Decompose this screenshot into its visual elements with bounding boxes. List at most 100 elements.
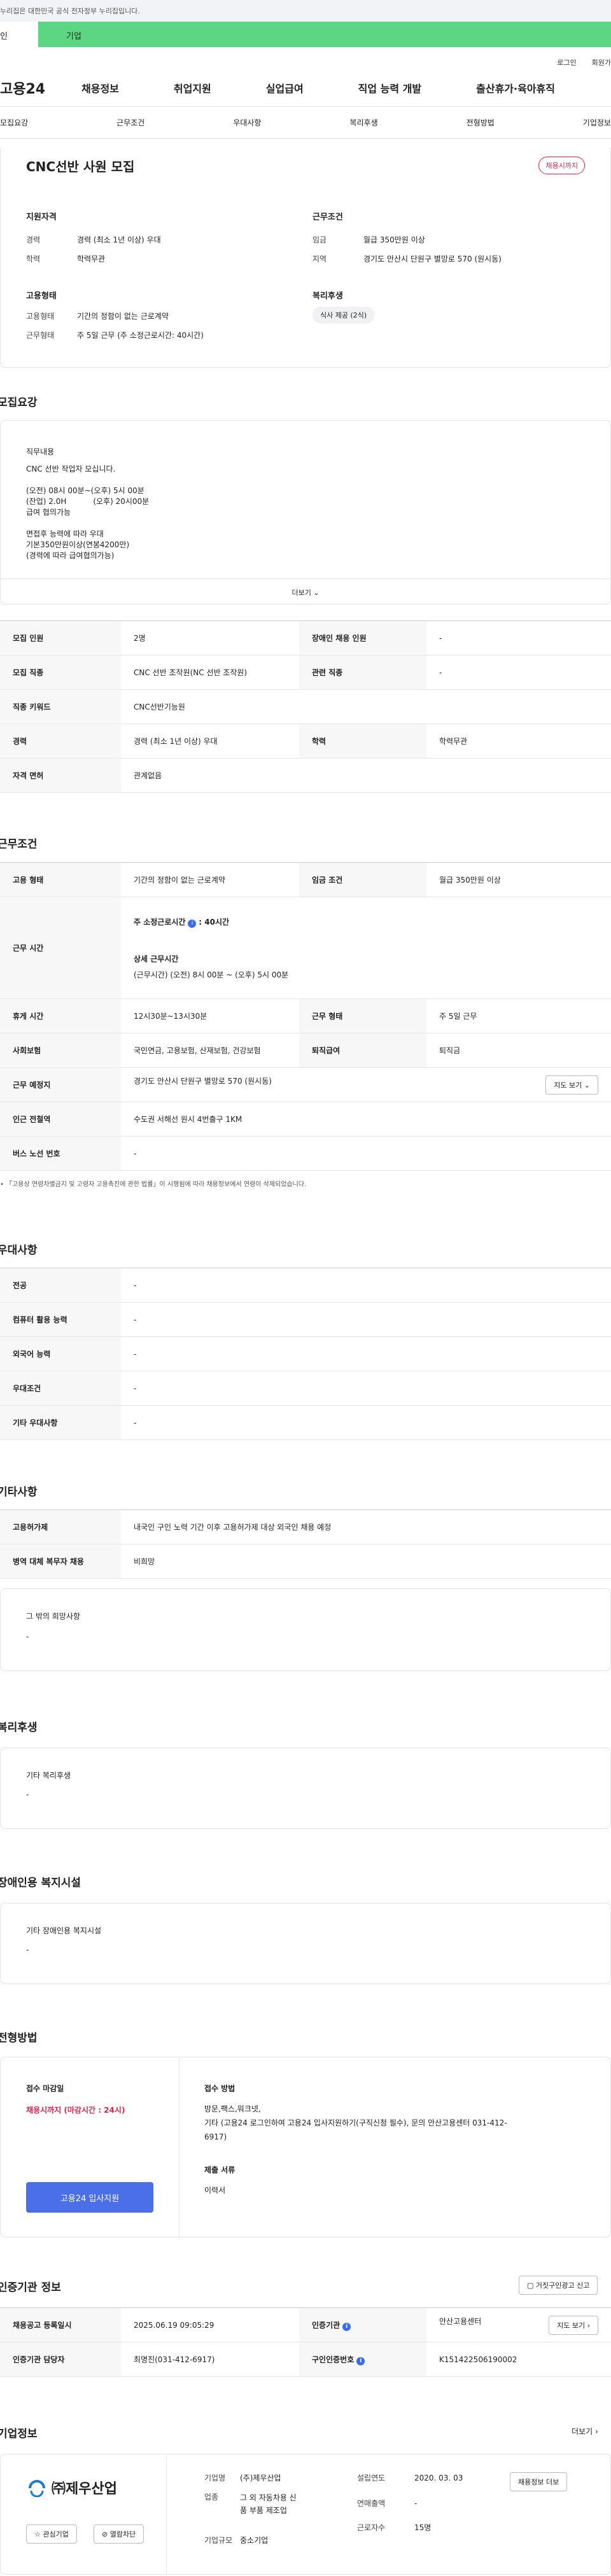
cert-title: 인증기관 정보 <box>0 2281 61 2294</box>
table-row: 고용 형태 기간의 정함이 없는 근로계약 임금 조건 월급 350만원 이상 <box>0 862 611 897</box>
cert-no_h: 구인인증번호 <box>312 2355 355 2364</box>
pref-rows-3-h: 우대조건 <box>0 1371 121 1406</box>
etc-title: 기타사항 <box>0 1486 38 1499</box>
table-row: 모집 인원 2명 장애인 채용 인원 - <box>0 620 611 655</box>
report-button[interactable]: ▢ 거짓구인광고 신고 <box>519 2276 598 2295</box>
qual-v: 학력무관 <box>77 255 106 263</box>
report-icon: ▢ <box>527 2281 534 2290</box>
screen-method_v-0: 방문,팩스,워크넷, <box>204 2104 261 2113</box>
top-links: 로그인 회원가 <box>0 47 611 67</box>
screen-title: 전형방법 <box>0 2032 38 2045</box>
work-bus_v: - <box>121 1136 611 1171</box>
work-map_btn: 지도 보기 <box>554 1081 582 1089</box>
recruit-job_lines-3: (잔업) 2.0H (오후) 20시00분 <box>26 497 150 506</box>
job-desc-text: CNC 선반 작업자 모십니다.​(오전) 08시 00분~(오후) 5시 00… <box>26 464 149 561</box>
work-rest_h: 휴게 시간 <box>0 998 121 1033</box>
table-row: 외국어 능력 - <box>0 1336 611 1371</box>
company-card: ㈜제우산업 ☆ 관심기업 ⊘ 열람차단 기업명 (주)제우산업 업종 그 외 자동차… <box>0 2454 611 2575</box>
screen-method_v-2: 6917) <box>204 2132 227 2141</box>
nav-unemployment-benefit[interactable]: 실업급여 <box>266 80 304 95</box>
nav-parental-leave[interactable]: 출산휴가·육아휴직 <box>476 80 555 95</box>
qual-v: 경력 (최소 1년 이상) 우대 <box>77 235 161 244</box>
nav-jobs[interactable]: 채용정보 <box>81 80 119 95</box>
cert-reg_h: 채용공고 등록일시 <box>0 2307 121 2342</box>
info-icon[interactable]: i <box>342 2322 351 2331</box>
disab-box_t: 기타 장애인용 복지시설 <box>26 1926 102 1935</box>
status-badge: 채용시까지 <box>538 157 585 174</box>
snb-company[interactable]: 기업정보 <box>583 117 611 128</box>
company-f2-2-v: 15명 <box>414 2523 432 2532</box>
screen-deadline_t: 접수 마감일 <box>26 2084 64 2093</box>
benefit-box_v: - <box>26 1790 29 1799</box>
table-row: 인근 전철역 수도권 서해선 원시 4번출구 1KM <box>0 1102 611 1137</box>
apply-button[interactable]: 고용24 입사지원 <box>26 2182 153 2213</box>
company-f2-0-k: 설립연도 <box>357 2474 386 2482</box>
company-jobs-button[interactable]: 채용정보 더보 <box>510 2472 568 2491</box>
etc-table: 고용허가제 내국인 구인 노력 기간 이후 고용허가제 대상 외국인 채용 예정 … <box>0 1509 611 1579</box>
snb-conditions[interactable]: 근무조건 <box>116 117 144 128</box>
info-icon[interactable]: i <box>356 2356 365 2365</box>
table-row: 병역 대체 복무자 채용 비희망 <box>0 1544 611 1579</box>
snb-preference[interactable]: 우대사항 <box>233 117 261 128</box>
snb-recruit[interactable]: 모집요강 <box>0 117 28 128</box>
disab-box: 기타 장애인용 복지시설 - <box>0 1903 611 1984</box>
benefit-box_t: 기타 복리후생 <box>26 1771 71 1780</box>
company-f2-2-k: 근로자수 <box>357 2523 386 2532</box>
cert-org_h: 인증기관 <box>312 2320 341 2330</box>
table-row: 전공 - <box>0 1268 611 1303</box>
work-loc_h: 근무 예정지 <box>0 1067 121 1102</box>
work-sev_v: 퇴직금 <box>426 1033 611 1068</box>
table-row: 버스 노선 번호 - <box>0 1136 611 1171</box>
work-hours_detail_t: 상세 근무시간 <box>134 954 179 963</box>
company-more[interactable]: 더보기 › <box>572 2426 598 2437</box>
signup-link[interactable]: 회원가 <box>592 57 611 67</box>
work-wage_h: 임금 조건 <box>299 862 426 897</box>
etc-rows-0-v: 내국인 구인 노력 기간 이후 고용허가제 대상 외국인 채용 예정 <box>121 1509 611 1544</box>
screen-docs_v: 이력서 <box>204 2186 226 2195</box>
snb-welfare[interactable]: 복리후생 <box>349 117 377 128</box>
welfare-title: 복리후생 <box>313 291 343 301</box>
gov-notice-bar: 누리집은 대한민국 공식 전자정부 누리집입니다. <box>0 0 611 22</box>
cert-mgr_h: 인증기관 담당자 <box>0 2342 121 2377</box>
etc-rows-1-h: 병역 대체 복무자 채용 <box>0 1544 121 1579</box>
map-button[interactable]: 지도 보기 › <box>549 2315 598 2335</box>
pref-title: 우대사항 <box>0 1244 38 1257</box>
company-f-0-k: 기업명 <box>204 2474 226 2482</box>
snb-screening[interactable]: 전형방법 <box>467 117 495 128</box>
recruit-rows-4-1-v: 관계없음 <box>121 758 611 793</box>
recruit-job_lines-8: (경력에 따라 급여협의가능) <box>26 551 115 560</box>
company-f-1-v2: 품 부품 제조업 <box>240 2506 287 2515</box>
recruit-job_lines-0: CNC 선반 작업자 모십니다. <box>26 465 116 473</box>
gov-notice: 누리집은 대한민국 공식 전자정부 누리집입니다. <box>0 7 140 15</box>
job-title: CNC선반 사원 모집 <box>26 159 135 174</box>
nav-employment-support[interactable]: 취업지원 <box>174 80 211 95</box>
block-button[interactable]: ⊘ 열람차단 <box>94 2524 144 2544</box>
info-icon[interactable]: i <box>188 919 197 928</box>
recruit-rows-1-0-h: 모집 직종 <box>0 655 121 690</box>
more-button[interactable]: 더보기 ⌄ <box>1 578 610 604</box>
disab-title: 장애인용 복지시설 <box>0 1877 81 1889</box>
map-button[interactable]: 지도 보기 ⌄ <box>545 1075 598 1095</box>
recruit-job_lines-4: 급여 협의가능 <box>26 508 71 517</box>
work-emp_type_v: 기간의 정함이 없는 근로계약 <box>121 862 299 897</box>
work-rest_v: 12시30분~13시30분 <box>121 998 299 1033</box>
cond-k: 임금 <box>313 235 327 244</box>
screen-method_v-1: 기타 (고용24 로그인하여 고용24 입사지원하기(구직신청 필수), 문의 … <box>204 2118 507 2127</box>
cert-no_v: K151422506190002 <box>426 2342 611 2377</box>
recruit-rows-4-0-h: 자격 면허 <box>0 758 121 793</box>
site-logo[interactable]: 고용24 <box>0 78 70 98</box>
nav-training[interactable]: 직업 능력 개발 <box>358 80 421 95</box>
recruit-rows-3-2-h: 학력 <box>299 724 426 759</box>
tab-company[interactable]: 기업 <box>38 22 611 47</box>
welfare-chip: 식사 제공 (2식) <box>313 307 375 323</box>
emp-k: 근무형태 <box>26 331 55 340</box>
fav-button[interactable]: ☆ 관심기업 <box>26 2524 77 2544</box>
work-ins_h: 사회보험 <box>0 1033 121 1068</box>
recruit-rows-1-3-v: - <box>426 655 611 690</box>
cert-report_btn: 거짓구인광고 신고 <box>535 2281 590 2290</box>
login-link[interactable]: 로그인 <box>557 57 576 67</box>
work-ins_v: 국민연금, 고용보험, 산재보험, 건강보험 <box>121 1033 299 1068</box>
recruit-rows-3-3-v: 학력무관 <box>426 724 611 759</box>
pref-rows-2-h: 외국어 능력 <box>0 1336 121 1371</box>
tab-individual[interactable]: 인 <box>0 22 38 47</box>
